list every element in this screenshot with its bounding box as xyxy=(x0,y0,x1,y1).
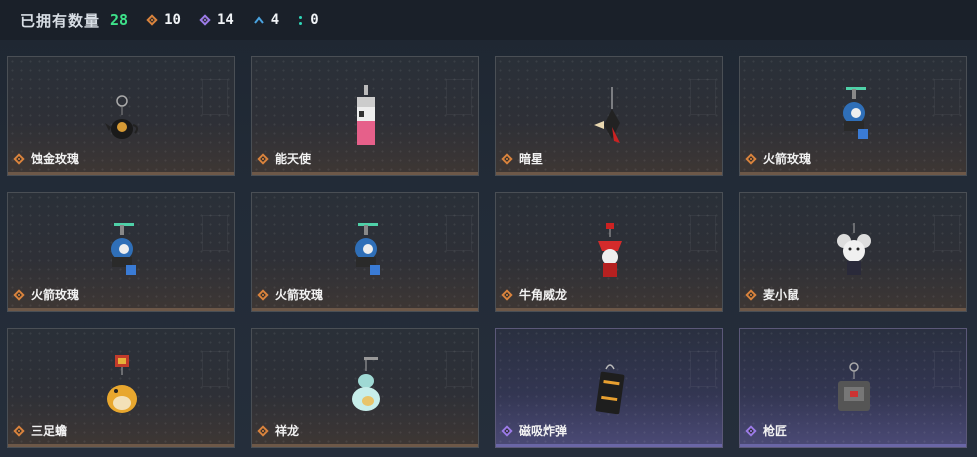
stat-purple: 14 xyxy=(199,12,234,28)
item-card[interactable]: 枪匠 xyxy=(739,328,967,448)
card-decoration xyxy=(202,351,228,387)
card-decoration xyxy=(446,79,472,115)
blue-chevron-icon xyxy=(254,16,264,24)
item-name: 麦小鼠 xyxy=(763,288,800,302)
card-decoration xyxy=(934,79,960,115)
item-name: 暗星 xyxy=(519,152,544,166)
item-name: 牛角威龙 xyxy=(519,288,568,302)
item-name: 三足蟾 xyxy=(31,424,68,438)
card-decoration xyxy=(446,215,472,251)
item-label: 三足蟾 xyxy=(13,422,68,439)
three-legged-toad-pendant-image xyxy=(107,355,137,413)
magnetic-bomb-pendant-image xyxy=(595,364,625,415)
stat-orange: 10 xyxy=(146,12,181,28)
stat-purple-count: 14 xyxy=(216,12,234,28)
item-label: 牛角威龙 xyxy=(501,286,568,303)
card-decoration xyxy=(934,351,960,387)
item-name: 火箭玫瑰 xyxy=(275,288,324,302)
item-label: 祥龙 xyxy=(257,422,300,439)
orange-rarity-icon xyxy=(13,152,25,165)
angel-card-pendant-image xyxy=(357,85,375,145)
orange-rarity-icon xyxy=(501,152,513,165)
dark-star-pendant-image xyxy=(594,87,620,143)
item-card[interactable]: 蚀金玫瑰 xyxy=(7,56,235,176)
stat-blue-count: 4 xyxy=(270,12,280,28)
item-name: 枪匠 xyxy=(763,424,788,438)
card-decoration xyxy=(690,351,716,387)
card-decoration xyxy=(690,215,716,251)
orange-rarity-icon xyxy=(257,288,269,301)
orange-rarity-icon xyxy=(501,288,513,301)
card-decoration xyxy=(690,79,716,115)
orange-rarity-icon xyxy=(257,424,269,437)
purple-diamond-icon xyxy=(199,14,211,26)
item-card[interactable]: 牛角威龙 xyxy=(495,192,723,312)
orange-rarity-icon xyxy=(257,152,269,165)
wheat-mouse-pendant-image xyxy=(837,223,871,275)
rocket-rose-pendant-image xyxy=(355,223,380,275)
item-label: 麦小鼠 xyxy=(745,286,800,303)
item-card[interactable]: 火箭玫瑰 xyxy=(251,192,479,312)
rose-teapot-pendant-image xyxy=(105,95,139,139)
card-decoration xyxy=(934,215,960,251)
item-name: 火箭玫瑰 xyxy=(31,288,80,302)
item-card[interactable]: 祥龙 xyxy=(251,328,479,448)
item-card[interactable]: 三足蟾 xyxy=(7,328,235,448)
stat-orange-count: 10 xyxy=(164,12,181,28)
owned-total-count: 28 xyxy=(110,11,129,29)
card-decoration xyxy=(446,351,472,387)
item-name: 火箭玫瑰 xyxy=(763,152,812,166)
item-name: 蚀金玫瑰 xyxy=(31,152,80,166)
item-label: 火箭玫瑰 xyxy=(745,150,812,167)
horned-dragon-pendant-image xyxy=(598,223,622,277)
card-decoration xyxy=(202,79,228,115)
stat-teal: 0 xyxy=(299,12,319,28)
stat-blue: 4 xyxy=(254,12,279,28)
item-name: 能天使 xyxy=(275,152,312,166)
owned-count-title: 已拥有数量 xyxy=(20,11,101,30)
item-name: 祥龙 xyxy=(275,424,300,438)
item-label: 火箭玫瑰 xyxy=(13,286,80,303)
rocket-rose-pendant-image xyxy=(111,223,136,275)
item-name: 磁吸炸弹 xyxy=(519,424,568,438)
item-label: 能天使 xyxy=(257,150,312,167)
orange-diamond-icon xyxy=(146,14,158,26)
purple-rarity-icon xyxy=(501,424,513,437)
item-card[interactable]: 火箭玫瑰 xyxy=(7,192,235,312)
rocket-rose-pendant-image xyxy=(843,87,868,139)
auspicious-dragon-pendant-image xyxy=(352,357,380,411)
orange-rarity-icon xyxy=(13,424,25,437)
item-label: 暗星 xyxy=(501,150,544,167)
purple-rarity-icon xyxy=(745,424,757,437)
orange-rarity-icon xyxy=(13,288,25,301)
item-label: 火箭玫瑰 xyxy=(257,286,324,303)
collection-header: 已拥有数量 28 10 14 4 0 xyxy=(0,0,977,40)
item-card[interactable]: 麦小鼠 xyxy=(739,192,967,312)
orange-rarity-icon xyxy=(745,288,757,301)
item-label: 磁吸炸弹 xyxy=(501,422,568,439)
item-card[interactable]: 火箭玫瑰 xyxy=(739,56,967,176)
item-card[interactable]: 暗星 xyxy=(495,56,723,176)
card-decoration xyxy=(202,215,228,251)
item-label: 枪匠 xyxy=(745,422,788,439)
teal-colon-icon xyxy=(299,15,303,25)
item-card[interactable]: 能天使 xyxy=(251,56,479,176)
orange-rarity-icon xyxy=(745,152,757,165)
item-label: 蚀金玫瑰 xyxy=(13,150,80,167)
gunsmith-pendant-image xyxy=(838,362,870,411)
stat-teal-count: 0 xyxy=(310,12,319,28)
item-card[interactable]: 磁吸炸弹 xyxy=(495,328,723,448)
pendant-grid: 蚀金玫瑰 能天使 暗星 火箭玫瑰 火箭玫瑰 火箭玫瑰 牛角威龙 麦小鼠 三足蟾 … xyxy=(7,56,967,448)
